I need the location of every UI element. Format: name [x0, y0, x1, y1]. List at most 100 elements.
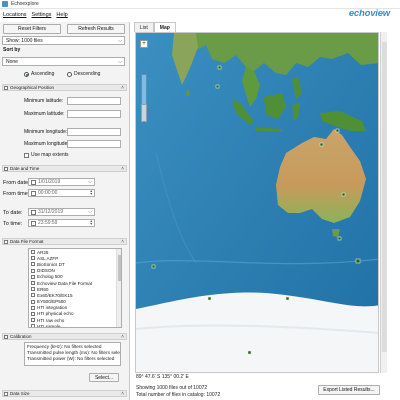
collapse-icon[interactable]: ˄ — [121, 166, 124, 172]
scrollbar-thumb[interactable] — [382, 42, 387, 352]
map-marker[interactable] — [151, 264, 156, 269]
map-marker[interactable] — [217, 65, 222, 70]
max-longitude-input[interactable] — [67, 140, 121, 148]
tab-list[interactable]: List — [134, 22, 154, 32]
spinner-icon[interactable]: ▲ ▼ — [90, 219, 93, 226]
section-date-time[interactable]: Date and Time ˄ — [2, 165, 127, 172]
scrollbar-thumb[interactable] — [118, 255, 121, 281]
calibration-select-button[interactable]: Select... — [89, 373, 119, 382]
use-map-extents-label: Use map extents — [31, 152, 69, 158]
max-latitude-input[interactable] — [67, 110, 121, 118]
section-title: Data File Format — [10, 239, 44, 244]
menu-locations[interactable]: Locations — [0, 12, 29, 18]
refresh-results-button[interactable]: Refresh Results — [67, 24, 125, 34]
map-marker[interactable] — [341, 192, 346, 197]
from-date-picker[interactable]: 1/01/2019 ⌵ — [28, 178, 95, 186]
chevron-down-icon: ⌵ — [88, 209, 92, 215]
sort-ascending-label: Ascending — [31, 71, 55, 77]
file-markers[interactable] — [247, 350, 252, 355]
to-date-picker[interactable]: 31/12/2019 ⌵ — [28, 208, 95, 216]
min-longitude-input[interactable] — [67, 128, 121, 136]
checkbox-box[interactable] — [31, 293, 35, 298]
format-list-label: Echoview Data File Format — [37, 280, 93, 286]
checkbox-box[interactable] — [31, 268, 35, 273]
map-marker[interactable] — [337, 236, 342, 241]
map-marker[interactable] — [215, 84, 220, 89]
max-longitude-label: Maximum longitude: — [24, 141, 69, 147]
show-count-select[interactable]: Show: 1000 files ⌵ — [2, 36, 125, 45]
sort-ascending-radio[interactable]: Ascending — [24, 71, 54, 77]
checkbox-box[interactable] — [31, 274, 35, 279]
collapse-icon[interactable]: ˄ — [121, 85, 124, 91]
sort-select[interactable]: None ⌵ — [2, 57, 125, 66]
map-marker[interactable] — [207, 296, 212, 301]
sort-descending-radio[interactable]: Descending — [67, 71, 100, 77]
format-list-label: HTI raw echo — [37, 317, 65, 323]
checkbox-box[interactable] — [31, 287, 35, 292]
reset-filters-button[interactable]: Reset Filters — [3, 24, 61, 34]
to-date-value: 31/12/2019 — [38, 209, 64, 215]
collapse-icon[interactable]: ˄ — [121, 239, 124, 245]
format-list-item[interactable]: HTI sample — [29, 323, 121, 328]
app-icon — [2, 1, 8, 7]
checkbox-box[interactable] — [31, 256, 35, 261]
zoom-slider-lower[interactable] — [141, 104, 147, 122]
from-date-label: From date: — [3, 180, 30, 186]
collapse-icon[interactable]: ˄ — [121, 391, 124, 397]
use-map-extents-checkbox[interactable]: Use map extents — [24, 152, 69, 158]
spinner-icon[interactable]: ▲ ▼ — [90, 189, 93, 196]
map-scrollbar[interactable] — [380, 32, 387, 373]
map-marker[interactable] — [319, 142, 324, 147]
format-list-label: HTI physical echo — [37, 311, 74, 317]
menu-settings[interactable]: Settings — [29, 12, 54, 18]
checkbox-box[interactable] — [31, 324, 35, 327]
checkbox-box — [24, 152, 29, 158]
format-list-label: DIDSON — [37, 268, 55, 274]
world-map[interactable] — [136, 33, 379, 373]
data-file-format-list[interactable]: AR25 ASL AZFP BioSonics DT DIDSON Echolog 50… — [28, 248, 122, 328]
min-longitude-label: Minimum longitude: — [24, 129, 68, 135]
section-title: Data Size — [10, 391, 30, 396]
map-marker[interactable] — [335, 128, 340, 133]
checkbox-box[interactable] — [31, 262, 35, 267]
checkbox-box[interactable] — [31, 250, 35, 255]
map-marker[interactable] — [247, 350, 252, 355]
format-list-label: BioSonics DT — [37, 261, 65, 267]
calibration-line: Transmitted power (W): No filters select… — [27, 356, 115, 361]
format-list-label: ER60 — [37, 286, 49, 292]
tab-map[interactable]: Map — [153, 22, 176, 32]
checkbox-box[interactable] — [31, 305, 35, 310]
section-data-size[interactable]: Data Size ˄ — [2, 390, 127, 397]
menu-help[interactable]: Help — [53, 12, 69, 18]
format-list-label: AR25 — [37, 249, 49, 255]
collapse-icon[interactable]: ˄ — [121, 334, 124, 340]
map-marker[interactable] — [355, 258, 361, 264]
checkbox-box[interactable] — [31, 220, 36, 226]
checkbox-box[interactable] — [31, 299, 35, 304]
section-title: Date and Time — [10, 166, 40, 171]
map-view[interactable] — [135, 32, 379, 373]
checkbox-box[interactable] — [31, 190, 36, 196]
brand-logo: echoview — [348, 8, 390, 19]
section-data-file-format[interactable]: Data File Format ˄ — [2, 238, 127, 245]
section-calibration[interactable]: Calibration ˄ — [2, 333, 127, 340]
checkbox-box[interactable] — [31, 209, 36, 215]
checkbox-box[interactable] — [31, 311, 35, 316]
showing-count-status: Showing 1000 files out of 10072 — [136, 385, 208, 391]
checkbox-box[interactable] — [31, 179, 36, 185]
zoom-in-button[interactable]: + — [140, 40, 148, 48]
min-latitude-input[interactable] — [67, 97, 121, 105]
map-marker[interactable] — [285, 296, 290, 301]
window-title: Echoexplore — [11, 1, 39, 7]
chevron-down-icon: ⌵ — [88, 179, 92, 185]
format-list-label: HTI sample — [37, 323, 61, 328]
checkbox-box[interactable] — [31, 318, 35, 323]
to-time-picker[interactable]: 23:59:59 ▲ ▼ — [28, 219, 95, 227]
export-results-button[interactable]: Export Listed Results... — [318, 385, 380, 395]
list-scrollbar[interactable] — [116, 249, 121, 327]
checkbox-box[interactable] — [31, 281, 35, 286]
from-time-picker[interactable]: 00:00:00 ▲ ▼ — [28, 189, 95, 197]
radio-dot — [24, 71, 29, 77]
to-time-label: To time: — [3, 221, 23, 227]
section-geographical-position[interactable]: Geographical Position ˄ — [2, 84, 127, 91]
